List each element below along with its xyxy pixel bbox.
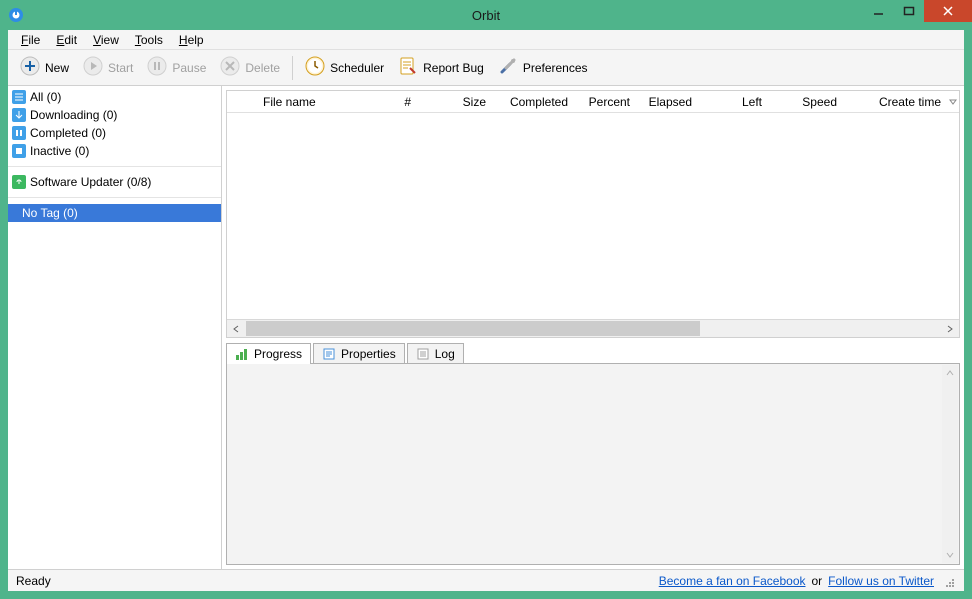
menu-edit[interactable]: Edit <box>49 31 84 49</box>
menu-view[interactable]: View <box>86 31 126 49</box>
status-text: Ready <box>16 574 51 588</box>
list-icon <box>12 90 26 104</box>
stop-icon <box>12 144 26 158</box>
sidebar-item-inactive[interactable]: Inactive (0) <box>8 142 221 160</box>
scroll-up-icon[interactable] <box>942 365 958 381</box>
window-controls <box>864 0 972 22</box>
plus-icon <box>20 56 40 79</box>
download-list: File name # Size Completed Percent Elaps… <box>226 90 960 338</box>
scheduler-button[interactable]: Scheduler <box>299 54 390 82</box>
scrollbar-track[interactable] <box>701 320 941 337</box>
status-bar: Ready Become a fan on Facebook or Follow… <box>8 569 964 591</box>
sidebar-item-completed[interactable]: Completed (0) <box>8 124 221 142</box>
scroll-left-icon[interactable] <box>227 320 245 337</box>
sidebar-divider <box>8 197 221 198</box>
tab-log[interactable]: Log <box>407 343 464 364</box>
col-percent[interactable]: Percent <box>574 95 636 109</box>
col-filename[interactable]: File name <box>257 95 387 109</box>
menu-bar: File Edit View Tools Help <box>8 30 964 50</box>
maximize-button[interactable] <box>894 0 924 22</box>
right-panel: File name # Size Completed Percent Elaps… <box>222 86 964 569</box>
sidebar-item-all[interactable]: All (0) <box>8 88 221 106</box>
properties-icon <box>322 347 336 361</box>
toolbar-separator <box>292 56 293 80</box>
sidebar-item-no-tag[interactable]: No Tag (0) <box>8 204 221 222</box>
twitter-link[interactable]: Follow us on Twitter <box>828 574 934 588</box>
sidebar-item-software-updater[interactable]: Software Updater (0/8) <box>8 173 221 191</box>
col-size[interactable]: Size <box>417 95 492 109</box>
start-button[interactable]: Start <box>77 54 139 82</box>
menu-help[interactable]: Help <box>172 31 211 49</box>
title-bar: Orbit <box>0 0 972 30</box>
pause-small-icon <box>12 126 26 140</box>
col-elapsed[interactable]: Elapsed <box>636 95 698 109</box>
download-icon <box>12 108 26 122</box>
sort-indicator-icon[interactable] <box>947 98 959 106</box>
table-header-row: File name # Size Completed Percent Elaps… <box>227 91 959 113</box>
pause-button[interactable]: Pause <box>141 54 212 82</box>
tools-icon <box>498 56 518 79</box>
menu-tools[interactable]: Tools <box>128 31 170 49</box>
tab-content <box>226 363 960 565</box>
sidebar-item-downloading[interactable]: Downloading (0) <box>8 106 221 124</box>
or-text: or <box>812 574 823 588</box>
toolbar: New Start Pause Delete Scheduler Report … <box>8 50 964 86</box>
client-area: File Edit View Tools Help New Start Paus… <box>8 30 964 591</box>
col-create-time[interactable]: Create time <box>843 95 947 109</box>
tab-bar: Progress Properties Log <box>226 342 960 364</box>
delete-button[interactable]: Delete <box>214 54 286 82</box>
log-icon <box>416 347 430 361</box>
sidebar-divider <box>8 166 221 167</box>
scrollbar-thumb[interactable] <box>246 321 700 336</box>
tab-properties[interactable]: Properties <box>313 343 405 364</box>
col-speed[interactable]: Speed <box>768 95 843 109</box>
social-links: Become a fan on Facebook or Follow us on… <box>659 573 956 589</box>
clock-icon <box>305 56 325 79</box>
window-title: Orbit <box>0 8 972 23</box>
resize-grip-icon[interactable] <box>940 573 956 589</box>
table-body <box>227 113 959 319</box>
scrollbar-thumb[interactable] <box>942 381 958 547</box>
app-icon <box>8 7 24 23</box>
tab-progress[interactable]: Progress <box>226 343 311 364</box>
scroll-down-icon[interactable] <box>942 547 958 563</box>
col-hash[interactable]: # <box>387 95 417 109</box>
progress-icon <box>235 347 249 361</box>
new-button[interactable]: New <box>14 54 75 82</box>
play-icon <box>83 56 103 79</box>
updater-icon <box>12 175 26 189</box>
horizontal-scrollbar[interactable] <box>227 319 959 337</box>
facebook-link[interactable]: Become a fan on Facebook <box>659 574 806 588</box>
report-bug-button[interactable]: Report Bug <box>392 54 490 82</box>
main-content: All (0) Downloading (0) Completed (0) In… <box>8 86 964 569</box>
sidebar: All (0) Downloading (0) Completed (0) In… <box>8 86 222 569</box>
detail-panel: Progress Properties Log <box>226 342 960 565</box>
scroll-right-icon[interactable] <box>941 320 959 337</box>
pause-icon <box>147 56 167 79</box>
vertical-scrollbar[interactable] <box>942 365 958 563</box>
menu-file[interactable]: File <box>14 31 47 49</box>
delete-icon <box>220 56 240 79</box>
col-left[interactable]: Left <box>698 95 768 109</box>
close-button[interactable] <box>924 0 972 22</box>
col-completed[interactable]: Completed <box>492 95 574 109</box>
preferences-button[interactable]: Preferences <box>492 54 594 82</box>
report-icon <box>398 56 418 79</box>
minimize-button[interactable] <box>864 0 894 22</box>
